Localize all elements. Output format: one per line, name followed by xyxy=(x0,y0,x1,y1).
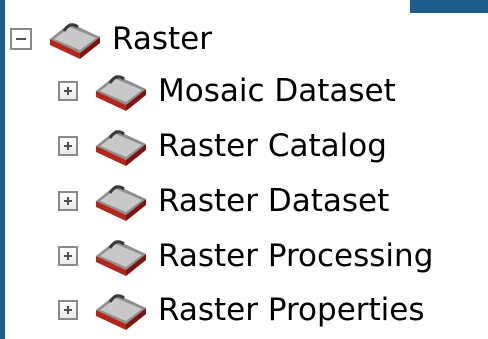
toolbox-icon xyxy=(96,185,146,221)
collapse-icon[interactable] xyxy=(10,28,32,50)
panel-corner-accent xyxy=(410,0,488,13)
tree-node-label: Mosaic Dataset xyxy=(158,73,396,109)
tree-node-label: Raster Catalog xyxy=(158,128,387,164)
expand-icon[interactable] xyxy=(58,136,78,156)
tree-node-raster-dataset[interactable]: Raster Dataset xyxy=(58,176,389,226)
toolbox-icon xyxy=(96,294,146,330)
toolbox-icon xyxy=(96,240,146,276)
tree-node-raster-properties[interactable]: Raster Properties xyxy=(58,285,425,335)
tree-node-label: Raster Dataset xyxy=(158,183,390,219)
tree-node-raster[interactable]: Raster xyxy=(10,14,212,64)
tree-node-mosaic-dataset[interactable]: Mosaic Dataset xyxy=(58,66,396,116)
toolbox-icon xyxy=(96,130,146,166)
tree-node-raster-catalog[interactable]: Raster Catalog xyxy=(58,121,387,171)
catalog-tree-panel: Raster Mosaic Dataset Raster Catalog Ras… xyxy=(0,0,488,339)
expand-icon[interactable] xyxy=(58,81,78,101)
expand-icon[interactable] xyxy=(58,300,78,320)
expand-icon[interactable] xyxy=(58,191,78,211)
panel-left-border xyxy=(0,0,5,339)
toolbox-icon xyxy=(96,75,146,111)
tree-node-label: Raster Properties xyxy=(158,292,425,328)
tree-node-raster-processing[interactable]: Raster Processing xyxy=(58,231,433,281)
toolbox-icon xyxy=(50,23,100,59)
expand-icon[interactable] xyxy=(58,246,78,266)
tree-node-label: Raster Processing xyxy=(158,238,434,274)
tree-node-label: Raster xyxy=(112,21,212,57)
